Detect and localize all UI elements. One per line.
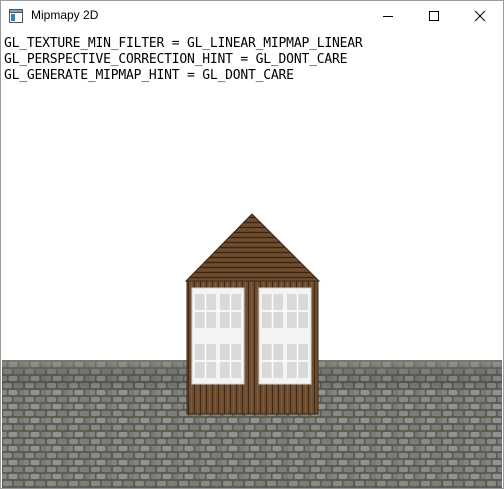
- maximize-button[interactable]: [411, 1, 457, 31]
- house-window-right: [258, 287, 312, 385]
- window-title: Mipmapy 2D: [31, 8, 99, 22]
- close-icon: [474, 10, 486, 22]
- title-bar[interactable]: Mipmapy 2D: [1, 1, 503, 32]
- minimize-button[interactable]: [365, 1, 411, 31]
- hint-line-min-filter: GL_TEXTURE_MIN_FILTER = GL_LINEAR_MIPMAP…: [4, 36, 363, 51]
- house-window-left: [191, 287, 245, 385]
- house-model: [184, 213, 321, 415]
- scene-canvas: [2, 213, 502, 488]
- hint-line-perspective: GL_PERSPECTIVE_CORRECTION_HINT = GL_DONT…: [4, 52, 348, 67]
- maximize-icon: [429, 11, 439, 21]
- house-roof: [184, 213, 321, 282]
- gl-hint-overlay: GL_TEXTURE_MIN_FILTER = GL_LINEAR_MIPMAP…: [4, 36, 363, 84]
- minimize-icon: [383, 16, 393, 17]
- close-button[interactable]: [457, 1, 503, 31]
- application-window: Mipmapy 2D GL_TEXTURE_MIN_FILTER = GL_LI…: [0, 0, 504, 489]
- opengl-viewport[interactable]: GL_TEXTURE_MIN_FILTER = GL_LINEAR_MIPMAP…: [2, 32, 502, 488]
- hint-line-generate-mipmap: GL_GENERATE_MIPMAP_HINT = GL_DONT_CARE: [4, 68, 294, 83]
- app-window-icon: [9, 9, 23, 23]
